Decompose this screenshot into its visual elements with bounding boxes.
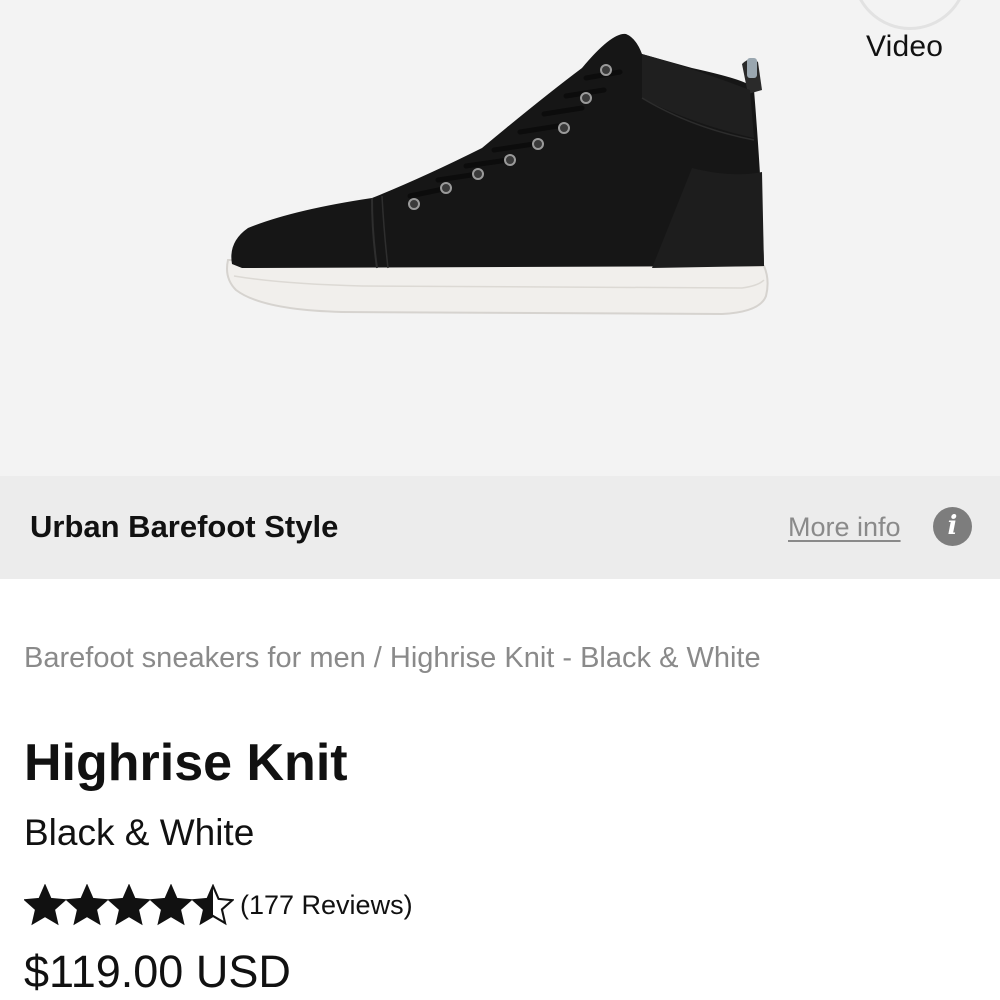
more-info-link[interactable]: More info xyxy=(788,512,901,543)
rating-summary[interactable]: (177 Reviews) xyxy=(24,883,413,927)
star-icon xyxy=(192,884,234,926)
star-icon xyxy=(108,884,150,926)
breadcrumb: Barefoot sneakers for men / Highrise Kni… xyxy=(24,642,761,675)
star-icon xyxy=(24,884,66,926)
product-image-area[interactable]: Video xyxy=(0,0,1000,476)
breadcrumb-separator: / xyxy=(373,642,382,674)
product-variant: Black & White xyxy=(24,812,255,853)
video-label[interactable]: Video xyxy=(866,30,943,64)
brand-title: Urban Barefoot Style xyxy=(30,509,339,544)
star-rating xyxy=(24,884,234,926)
video-thumbnail[interactable] xyxy=(852,0,968,30)
product-title: Highrise Knit xyxy=(24,734,348,792)
breadcrumb-current[interactable]: Highrise Knit - Black & White xyxy=(390,642,761,674)
star-icon xyxy=(66,884,108,926)
star-icon xyxy=(150,884,192,926)
product-price: $119.00 USD xyxy=(24,946,291,997)
info-icon[interactable]: i xyxy=(933,507,972,546)
review-count[interactable]: (177 Reviews) xyxy=(240,890,413,921)
breadcrumb-category-link[interactable]: Barefoot sneakers for men xyxy=(24,642,366,674)
product-image xyxy=(226,33,769,316)
